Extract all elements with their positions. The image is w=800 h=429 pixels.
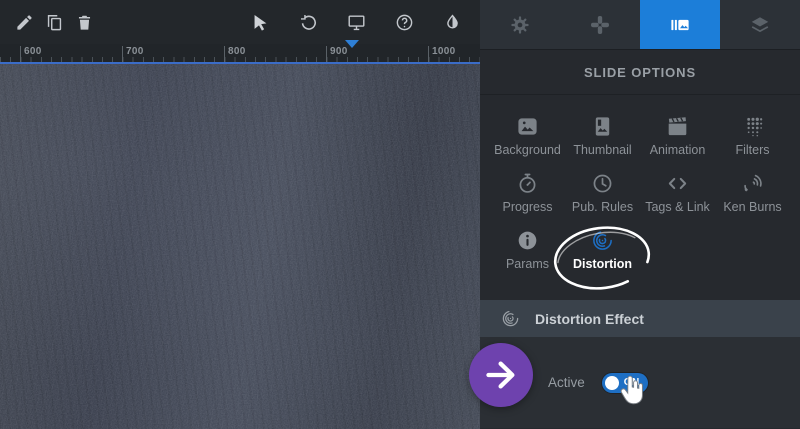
panel-title: SLIDE OPTIONS bbox=[480, 50, 800, 95]
option-label: Filters bbox=[735, 144, 769, 157]
ruler-ticks bbox=[0, 57, 480, 62]
tab-layers[interactable] bbox=[720, 0, 800, 49]
right-arrow-icon bbox=[481, 355, 521, 395]
option-ken-burns[interactable]: Ken Burns bbox=[715, 172, 790, 229]
purple-arrow-annotation bbox=[469, 343, 533, 407]
section-title: Distortion Effect bbox=[535, 311, 644, 327]
device-indicator-triangle-icon bbox=[345, 40, 359, 48]
edit-pencil-icon[interactable] bbox=[14, 12, 34, 32]
move-cross-icon bbox=[589, 14, 611, 36]
option-label: Ken Burns bbox=[723, 201, 781, 214]
option-tags-link[interactable]: Tags & Link bbox=[640, 172, 715, 229]
option-label: Progress bbox=[502, 201, 552, 214]
panel-tabs bbox=[480, 0, 800, 50]
option-label: Params bbox=[506, 258, 549, 271]
option-label: Animation bbox=[650, 144, 706, 157]
option-thumbnail[interactable]: Thumbnail bbox=[565, 115, 640, 172]
slide-options-grid: Background Thumbnail Animation bbox=[480, 95, 800, 300]
option-label: Background bbox=[494, 144, 561, 157]
toolbar-right-group bbox=[250, 12, 462, 32]
tab-animations[interactable] bbox=[560, 0, 640, 49]
ruler-label: 1000 bbox=[432, 46, 455, 57]
slide-canvas-chalkboard-image[interactable] bbox=[0, 64, 480, 429]
gear-icon bbox=[509, 14, 531, 36]
slide-icon bbox=[669, 14, 691, 36]
horizontal-ruler: 600 700 800 900 1000 bbox=[0, 44, 480, 64]
fingerprint-icon bbox=[501, 309, 520, 328]
toolbar-left-group bbox=[14, 12, 94, 32]
layers-icon bbox=[749, 14, 771, 36]
ruler-label: 800 bbox=[228, 46, 246, 57]
help-icon[interactable] bbox=[394, 12, 414, 32]
canvas-area: 600 700 800 900 1000 bbox=[0, 0, 480, 429]
ruler-label: 600 bbox=[24, 46, 42, 57]
option-progress[interactable]: Progress bbox=[490, 172, 565, 229]
progress-stopwatch-icon bbox=[516, 172, 539, 195]
option-filters[interactable]: Filters bbox=[715, 115, 790, 172]
option-label: Tags & Link bbox=[645, 201, 710, 214]
params-info-icon bbox=[516, 229, 539, 252]
thumbnail-icon bbox=[591, 115, 614, 138]
tags-link-icon bbox=[666, 172, 689, 195]
pointer-icon[interactable] bbox=[250, 12, 270, 32]
active-label: Active bbox=[548, 375, 585, 390]
duplicate-icon[interactable] bbox=[44, 12, 64, 32]
tab-slide[interactable] bbox=[640, 0, 720, 49]
background-image-icon bbox=[516, 115, 539, 138]
option-label: Thumbnail bbox=[573, 144, 631, 157]
slide-editor-window: 600 700 800 900 1000 bbox=[0, 0, 800, 429]
option-animation[interactable]: Animation bbox=[640, 115, 715, 172]
tab-settings[interactable] bbox=[480, 0, 560, 49]
toggle-state: ON bbox=[624, 373, 640, 393]
option-pub-rules[interactable]: Pub. Rules bbox=[565, 172, 640, 229]
contrast-icon[interactable] bbox=[442, 12, 462, 32]
option-label: Pub. Rules bbox=[572, 201, 633, 214]
texture-noise bbox=[0, 64, 480, 429]
ken-burns-motion-icon bbox=[741, 172, 764, 195]
option-label: Distortion bbox=[573, 258, 632, 271]
option-params[interactable]: Params bbox=[490, 229, 565, 286]
active-toggle[interactable]: ON bbox=[602, 373, 648, 393]
distortion-effect-header: Distortion Effect bbox=[480, 300, 800, 337]
toggle-knob bbox=[605, 376, 619, 390]
option-background[interactable]: Background bbox=[490, 115, 565, 172]
distortion-fingerprint-icon bbox=[591, 229, 614, 252]
filters-halftone-icon bbox=[741, 115, 764, 138]
publish-rules-clock-icon bbox=[591, 172, 614, 195]
option-distortion[interactable]: Distortion bbox=[565, 229, 640, 286]
undo-icon[interactable] bbox=[298, 12, 318, 32]
ruler-label: 700 bbox=[126, 46, 144, 57]
delete-trash-icon[interactable] bbox=[74, 12, 94, 32]
animation-clapper-icon bbox=[666, 115, 689, 138]
canvas-toolbar bbox=[0, 0, 480, 44]
device-preview-monitor-icon[interactable] bbox=[346, 12, 366, 32]
